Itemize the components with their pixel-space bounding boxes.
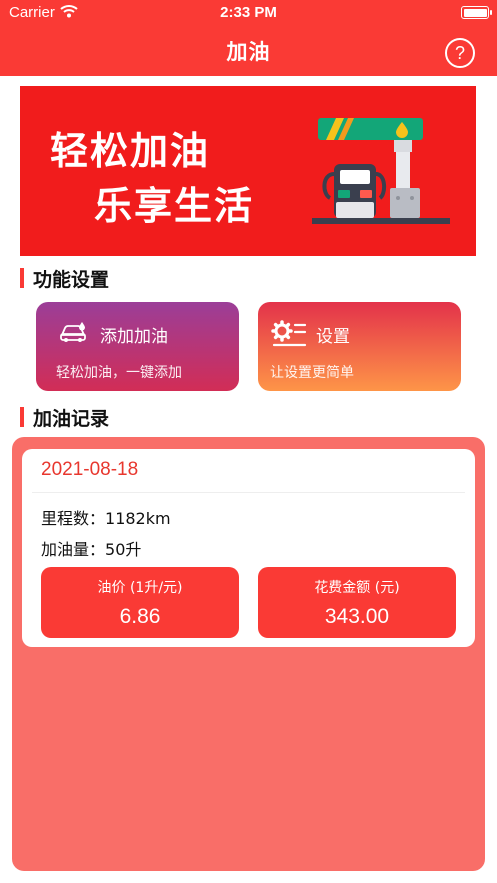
mileage-label: 里程数： [41,509,106,528]
price-box: 油价 (1升/元) 6.86 [41,567,239,638]
total-box: 花费金额 (元) 343.00 [258,567,456,638]
section-marker [20,268,24,288]
add-refuel-card[interactable]: 添加加油 轻松加油，一键添加 [36,302,239,391]
settings-subtitle: 让设置更简单 [270,365,354,381]
settings-title: 设置 [316,327,350,347]
banner-line-1: 轻松加油 [50,129,211,173]
car-fuel-icon [58,319,88,349]
record-volume: 加油量：50升 [41,536,141,560]
price-label: 油价 (1升/元) [97,580,183,596]
section-title-text: 加油记录 [33,408,110,430]
status-time: 2:33 PM [220,4,277,21]
volume-label: 加油量： [41,540,106,559]
total-value: 343.00 [324,605,390,628]
banner-line-2: 乐享生活 [94,184,255,228]
records-panel[interactable]: 2021-08-18 里程数：1182km 加油量：50升 油价 (1升/元) … [12,437,485,871]
settings-card[interactable]: 设置 让设置更简单 [258,302,461,391]
battery-icon [461,6,492,19]
refuel-record-card[interactable]: 2021-08-18 里程数：1182km 加油量：50升 油价 (1升/元) … [22,449,475,647]
gear-list-icon [270,318,308,352]
promo-banner[interactable]: 轻松加油 乐享生活 [20,86,476,256]
question-mark-icon: ? [454,43,465,63]
section-marker [20,407,24,427]
record-date: 2021-08-18 [41,459,139,480]
record-mileage: 里程数：1182km [41,505,171,529]
header: Carrier 2:33 PM 加油 ? [0,0,497,76]
volume-value: 50升 [105,540,142,559]
record-divider [32,492,465,493]
add-refuel-title: 添加加油 [100,327,168,347]
section-title-text: 功能设置 [33,269,110,291]
app-screen: Carrier 2:33 PM 加油 ? 轻松加油 乐享生活 功能设置 添加加油… [0,0,497,883]
total-label: 花费金额 (元) [314,580,400,596]
help-button[interactable]: ? [445,38,475,68]
mileage-value: 1182km [105,509,171,528]
status-bar: Carrier 2:33 PM [0,0,497,26]
gas-station-illustration [312,118,450,224]
add-refuel-subtitle: 轻松加油，一键添加 [56,365,182,381]
price-value: 6.86 [119,605,161,628]
page-title: 加油 [226,40,271,64]
